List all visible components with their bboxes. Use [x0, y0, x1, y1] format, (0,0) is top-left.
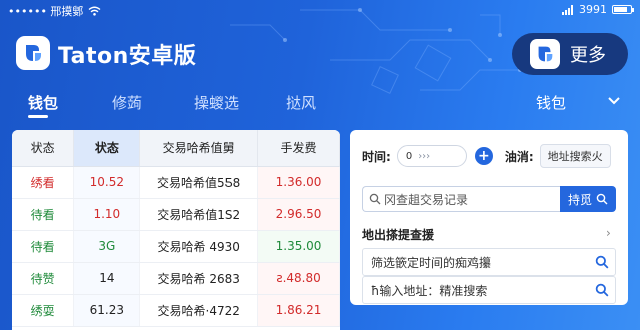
stepper-arrows: ›››	[418, 150, 431, 162]
search-icon	[369, 193, 381, 205]
section-title: 地出搽提查援	[362, 228, 435, 242]
app-brand-title: Taton安卓版	[58, 44, 197, 69]
row-value: 3G	[73, 230, 141, 263]
address-search-chip[interactable]: 地址搜索火	[539, 144, 611, 168]
signal-icon	[562, 4, 573, 15]
tab-2[interactable]: 修蒟	[112, 92, 142, 113]
row-value: 61.23	[73, 294, 141, 327]
more-label: 更多	[570, 45, 606, 66]
column-header-status-2[interactable]: 状态	[73, 130, 141, 167]
battery-icon	[612, 5, 634, 14]
search-icon[interactable]	[595, 255, 609, 269]
search-bar: 冈查趄交易记录 持觅	[362, 186, 616, 212]
table-row[interactable]: 待看 3G 交易哈希 4930 1.35.00	[12, 230, 340, 263]
row-fee: 1.86.21	[257, 294, 340, 327]
active-tab-indicator	[28, 115, 48, 118]
row-fee: 1.36.00	[257, 166, 340, 199]
row-hash: 交易哈希值5Ƽ8	[139, 166, 259, 199]
filter-row: 时间: 0 ››› + 油消: 地址搜索火	[362, 144, 611, 168]
plus-icon[interactable]: +	[474, 147, 493, 165]
row-value: 14	[73, 262, 141, 295]
row-value: 1.10	[73, 198, 141, 231]
row-fee: 1.35.00	[257, 230, 340, 263]
table-header-row: 状态 状态 交易哈希值舅 手发费	[12, 130, 340, 167]
status-bar: •••••• 邢摸鄋 3991	[0, 0, 640, 20]
time-filter-text: 筛选篏定时间的痴鸡攥	[371, 255, 492, 270]
search-button[interactable]: 持觅	[560, 186, 616, 212]
carrier-text: •••••• 邢摸鄋	[8, 5, 84, 18]
stepper-value: 0	[405, 150, 413, 162]
row-value: 10.52	[73, 166, 141, 199]
row-status-name: 绣看	[12, 166, 75, 199]
address-filter-field[interactable]: ħ输入地址：精准搜索	[362, 276, 616, 304]
transaction-table-panel: 状态 状态 交易哈希值舅 手发费 绣看 10.52 交易哈希值5Ƽ8 1.36.00 待…	[12, 130, 340, 330]
search-button-label: 持觅	[567, 192, 592, 207]
table-row[interactable]: 待赞 14 交易哈希 2683 ƨ.48.80	[12, 262, 340, 295]
chevron-down-icon[interactable]	[606, 92, 622, 108]
app-logo	[16, 36, 50, 70]
time-stepper[interactable]: 0 ›››	[396, 145, 467, 167]
chevron-right-icon[interactable]: ›	[606, 226, 611, 240]
gas-label: 油消:	[504, 149, 534, 164]
row-status-name: 绣耍	[12, 294, 75, 327]
tab-4[interactable]: 挞风	[286, 92, 316, 113]
search-icon[interactable]	[595, 283, 609, 297]
tab-3[interactable]: 操蝬选	[194, 92, 239, 113]
column-header-hash[interactable]: 交易哈希值舅	[139, 130, 259, 167]
row-status-name: 待看	[12, 230, 75, 263]
transaction-table: 状态 状态 交易哈希值舅 手发费 绣看 10.52 交易哈希值5Ƽ8 1.36.00 待…	[12, 130, 340, 327]
column-header-fee[interactable]: 手发费	[257, 130, 340, 167]
row-fee: ƨ.48.80	[257, 262, 340, 295]
row-status-name: 待赞	[12, 262, 75, 295]
search-panel: 时间: 0 ››› + 油消: 地址搜索火 冈查趄交易记录 持觅 地出搽提查援 …	[350, 130, 628, 305]
row-hash: 交易哈希·4722	[139, 294, 259, 327]
more-button[interactable]: 更多	[512, 33, 628, 75]
tab-wallet-right[interactable]: 钱包	[536, 92, 566, 113]
row-hash: 交易哈希 4930	[139, 230, 259, 263]
search-placeholder: 冈查趄交易记录	[384, 192, 469, 207]
search-button-icon	[596, 193, 608, 205]
search-input[interactable]: 冈查趄交易记录	[362, 186, 560, 212]
row-status-name: 待看	[12, 198, 75, 231]
time-filter-field[interactable]: 筛选篏定时间的痴鸡攥	[362, 248, 616, 276]
row-fee: 2.96.50	[257, 198, 340, 231]
table-row[interactable]: 待看 1.10 交易哈希值1S2 2.96.50	[12, 198, 340, 231]
row-hash: 交易哈希值1S2	[139, 198, 259, 231]
table-row[interactable]: 绣耍 61.23 交易哈希·4722 1.86.21	[12, 294, 340, 327]
clock-text: 3991	[579, 3, 607, 16]
wifi-icon	[88, 6, 101, 16]
tab-wallet[interactable]: 钱包	[28, 92, 58, 113]
column-header-status[interactable]: 状态	[12, 130, 75, 167]
taton-logo-icon	[26, 45, 41, 61]
address-filter-text: ħ输入地址：精准搜索	[371, 283, 488, 298]
row-hash: 交易哈希 2683	[139, 262, 259, 295]
table-row[interactable]: 绣看 10.52 交易哈希值5Ƽ8 1.36.00	[12, 166, 340, 199]
more-logo-icon	[530, 39, 560, 69]
time-label: 时间:	[362, 149, 391, 164]
